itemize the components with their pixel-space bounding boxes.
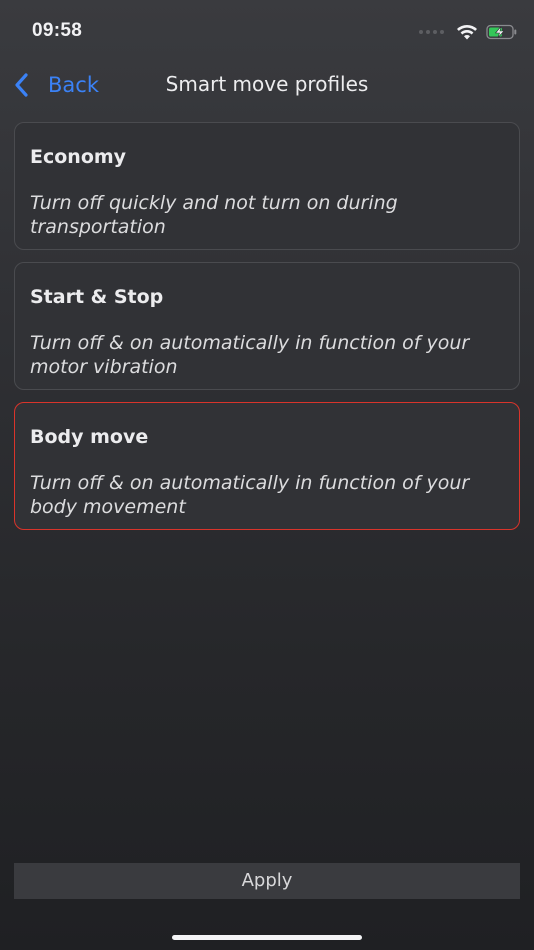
profile-card-economy[interactable]: Economy Turn off quickly and not turn on…	[14, 122, 520, 250]
profile-name: Economy	[30, 146, 127, 168]
battery-charging-icon	[486, 24, 517, 40]
home-indicator[interactable]	[172, 935, 362, 940]
profile-description: Turn off & on automatically in function …	[30, 472, 470, 518]
profile-description: Turn off quickly and not turn on during …	[30, 192, 398, 238]
profile-card-start-stop[interactable]: Start & Stop Turn off & on automatically…	[14, 262, 520, 390]
wifi-icon	[457, 25, 477, 40]
status-icons	[419, 22, 518, 42]
navigation-bar: Back Smart move profiles	[0, 60, 534, 110]
profile-description: Turn off & on automatically in function …	[30, 332, 470, 378]
profile-name: Body move	[30, 426, 149, 448]
profile-card-body-move[interactable]: Body move Turn off & on automatically in…	[14, 402, 520, 530]
profile-list: Economy Turn off quickly and not turn on…	[14, 122, 520, 542]
profile-name: Start & Stop	[30, 286, 164, 308]
page-title: Smart move profiles	[165, 72, 369, 96]
apply-button[interactable]: Apply	[14, 863, 520, 899]
status-bar: 09:58	[0, 0, 534, 60]
signal-dots-icon	[419, 30, 444, 34]
status-time: 09:58	[32, 20, 83, 41]
